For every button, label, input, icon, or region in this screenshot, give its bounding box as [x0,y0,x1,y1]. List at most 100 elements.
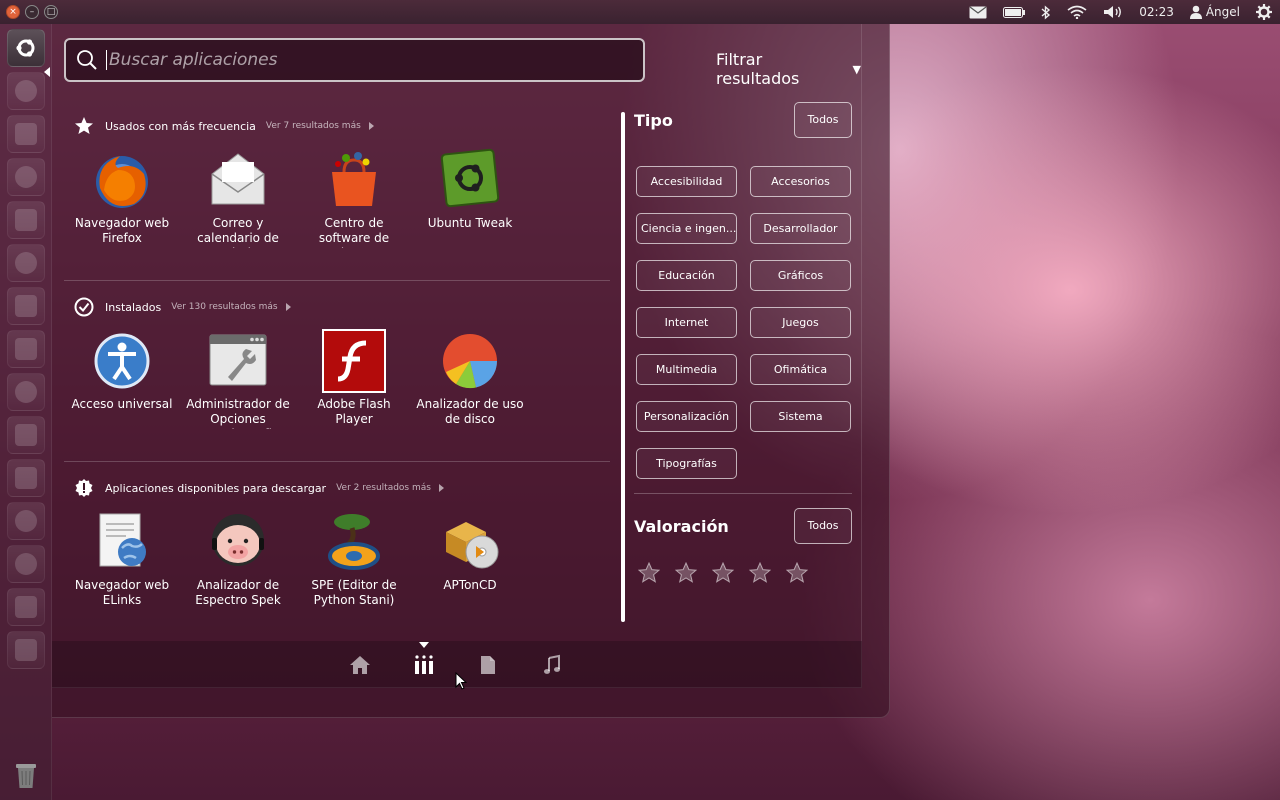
launcher-mail[interactable] [7,115,45,153]
star-icon [75,117,93,134]
app-tile[interactable]: Administrador de Opciones CompizConfig [180,321,296,429]
category-installed: Instalados Ver 130 resultados más Acceso… [64,297,612,429]
filter-type-button[interactable]: Gráficos [750,260,851,291]
expand-arrow-icon[interactable] [368,122,374,130]
launcher-display[interactable] [7,416,45,454]
home-lens-icon[interactable] [349,654,371,676]
filter-type-button[interactable]: Desarrollador [750,213,851,244]
network-app-icon [15,381,37,403]
launcher-panel[interactable] [7,631,45,669]
filter-type-button[interactable]: Personalización [636,401,737,432]
app-label: Analizador de Espectro Spek [195,578,281,607]
launcher-webcam[interactable] [7,158,45,196]
clock[interactable]: 02:23 [1131,0,1182,24]
launcher-info[interactable] [7,545,45,583]
app-tile[interactable]: Navegador web Firefox [64,140,180,248]
app-label: SPE (Editor de Python Stani) [311,578,397,607]
filter-type-button[interactable]: Educación [636,260,737,291]
filter-type-button[interactable]: Juegos [750,307,851,338]
filter-type-button[interactable]: Accesibilidad [636,166,737,197]
category-most-used: Usados con más frecuencia Ver 7 resultad… [64,116,612,248]
close-window-button[interactable]: × [6,5,20,19]
active-lens-indicator [419,642,429,648]
applications-lens-icon[interactable] [413,654,435,676]
search-icon [77,50,97,70]
rating-star-icon[interactable] [786,562,808,584]
category-more-link[interactable]: Ver 130 resultados más [171,302,277,312]
filter-type-all-button[interactable]: Todos [794,102,852,138]
filter-type-button[interactable]: Sistema [750,401,851,432]
ubuntu-tweak-icon [440,148,500,208]
app-tile[interactable]: Navegador web ELinks [64,502,180,608]
rating-star-icon[interactable] [712,562,734,584]
skype-icon [15,252,37,274]
app-tile[interactable]: Analizador de uso de disco [412,321,528,429]
filter-type-button[interactable]: Accesorios [750,166,851,197]
launcher-downloads[interactable] [7,459,45,497]
launcher-terminal[interactable] [7,588,45,626]
launcher-settings[interactable] [7,330,45,368]
app-tile[interactable]: SPE (Editor de Python Stani) [296,502,412,608]
trash-icon[interactable] [10,758,42,790]
app-tile[interactable]: Analizador de Espectro Spek [180,502,296,608]
search-box[interactable] [64,38,645,82]
session-menu[interactable] [1248,0,1280,24]
filter-rating-title: Valoración [634,516,729,536]
app-label: APTonCD [443,578,497,592]
category-more-link[interactable]: Ver 2 resultados más [336,483,431,493]
search-input[interactable] [106,50,606,70]
aptoncd-icon [446,522,499,569]
download-icon [15,467,37,489]
maximize-window-button[interactable]: □ [44,5,58,19]
rating-star-icon[interactable] [675,562,697,584]
sound-indicator[interactable] [1095,0,1131,24]
launcher-tools[interactable] [7,502,45,540]
app-label: Acceso universal [71,397,173,411]
mail-icon [15,123,37,145]
wifi-icon [1067,5,1087,19]
launcher-active-arrow [44,67,50,77]
launcher-gimp[interactable] [7,201,45,239]
network-indicator[interactable] [1059,0,1095,24]
launcher-firefox[interactable] [7,72,45,110]
launcher-dash-home[interactable] [7,29,45,67]
compiz-icon [209,334,267,386]
app-tile[interactable]: Centro de software de Ubuntu [296,140,412,248]
expand-arrow-icon[interactable] [285,303,291,311]
app-label: Adobe Flash Player [317,397,391,426]
filter-type-button[interactable]: Ciencia e ingen... [636,213,737,244]
app-tile[interactable]: Ubuntu Tweak [412,140,528,248]
rating-star-icon[interactable] [638,562,660,584]
spe-icon [328,514,380,570]
filter-type-button[interactable]: Internet [636,307,737,338]
launcher-skype[interactable] [7,244,45,282]
expand-arrow-icon[interactable] [438,484,444,492]
files-lens-icon[interactable] [477,654,499,676]
filter-results-toggle[interactable]: Filtrar resultados ▼ [716,50,861,88]
filter-type-title: Tipo [634,110,673,130]
launcher-network[interactable] [7,373,45,411]
triangle-down-icon: ▼ [852,62,861,76]
launcher-document[interactable] [7,287,45,325]
filter-type-button[interactable]: Ofimática [750,354,851,385]
app-tile[interactable]: Acceso universal [64,321,180,429]
battery-indicator[interactable] [995,0,1033,24]
gear-icon [1256,4,1272,20]
user-menu[interactable]: Ángel [1182,0,1248,24]
messaging-indicator[interactable] [961,0,995,24]
app-tile[interactable]: Adobe Flash Player [296,321,412,429]
category-more-link[interactable]: Ver 7 resultados más [266,121,361,131]
user-name: Ángel [1205,5,1240,19]
app-tile[interactable]: Correo y calendario de Evolution [180,140,296,248]
minimize-window-button[interactable]: – [25,5,39,19]
app-label: Analizador de uso de disco [416,397,524,426]
music-lens-icon[interactable] [541,654,563,676]
filter-type-button[interactable]: Multimedia [636,354,737,385]
filter-panel: Tipo Todos Accesibilidad Accesorios Cien… [634,102,852,584]
filter-rating-all-button[interactable]: Todos [794,508,852,544]
panel-icon [15,639,37,661]
app-tile[interactable]: APTonCD [412,502,528,608]
bluetooth-indicator[interactable] [1033,0,1059,24]
filter-type-button[interactable]: Tipografías [636,448,737,479]
rating-star-icon[interactable] [749,562,771,584]
